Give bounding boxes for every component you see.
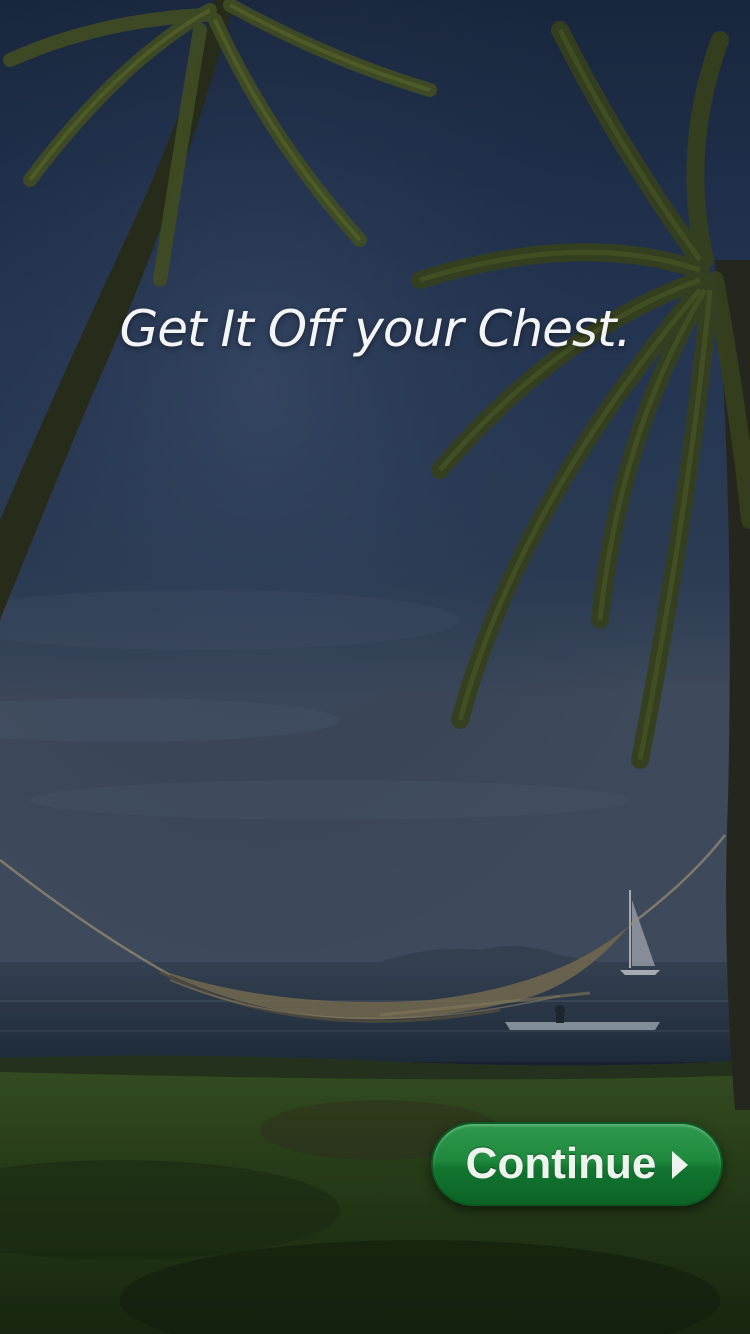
play-arrow-icon — [672, 1151, 689, 1179]
continue-label: Continue — [465, 1139, 657, 1188]
continue-button[interactable]: Continue — [431, 1122, 723, 1206]
splash-screen: Get It Off your Chest. Continue — [0, 0, 750, 1334]
tagline: Get It Off your Chest. — [119, 300, 632, 358]
